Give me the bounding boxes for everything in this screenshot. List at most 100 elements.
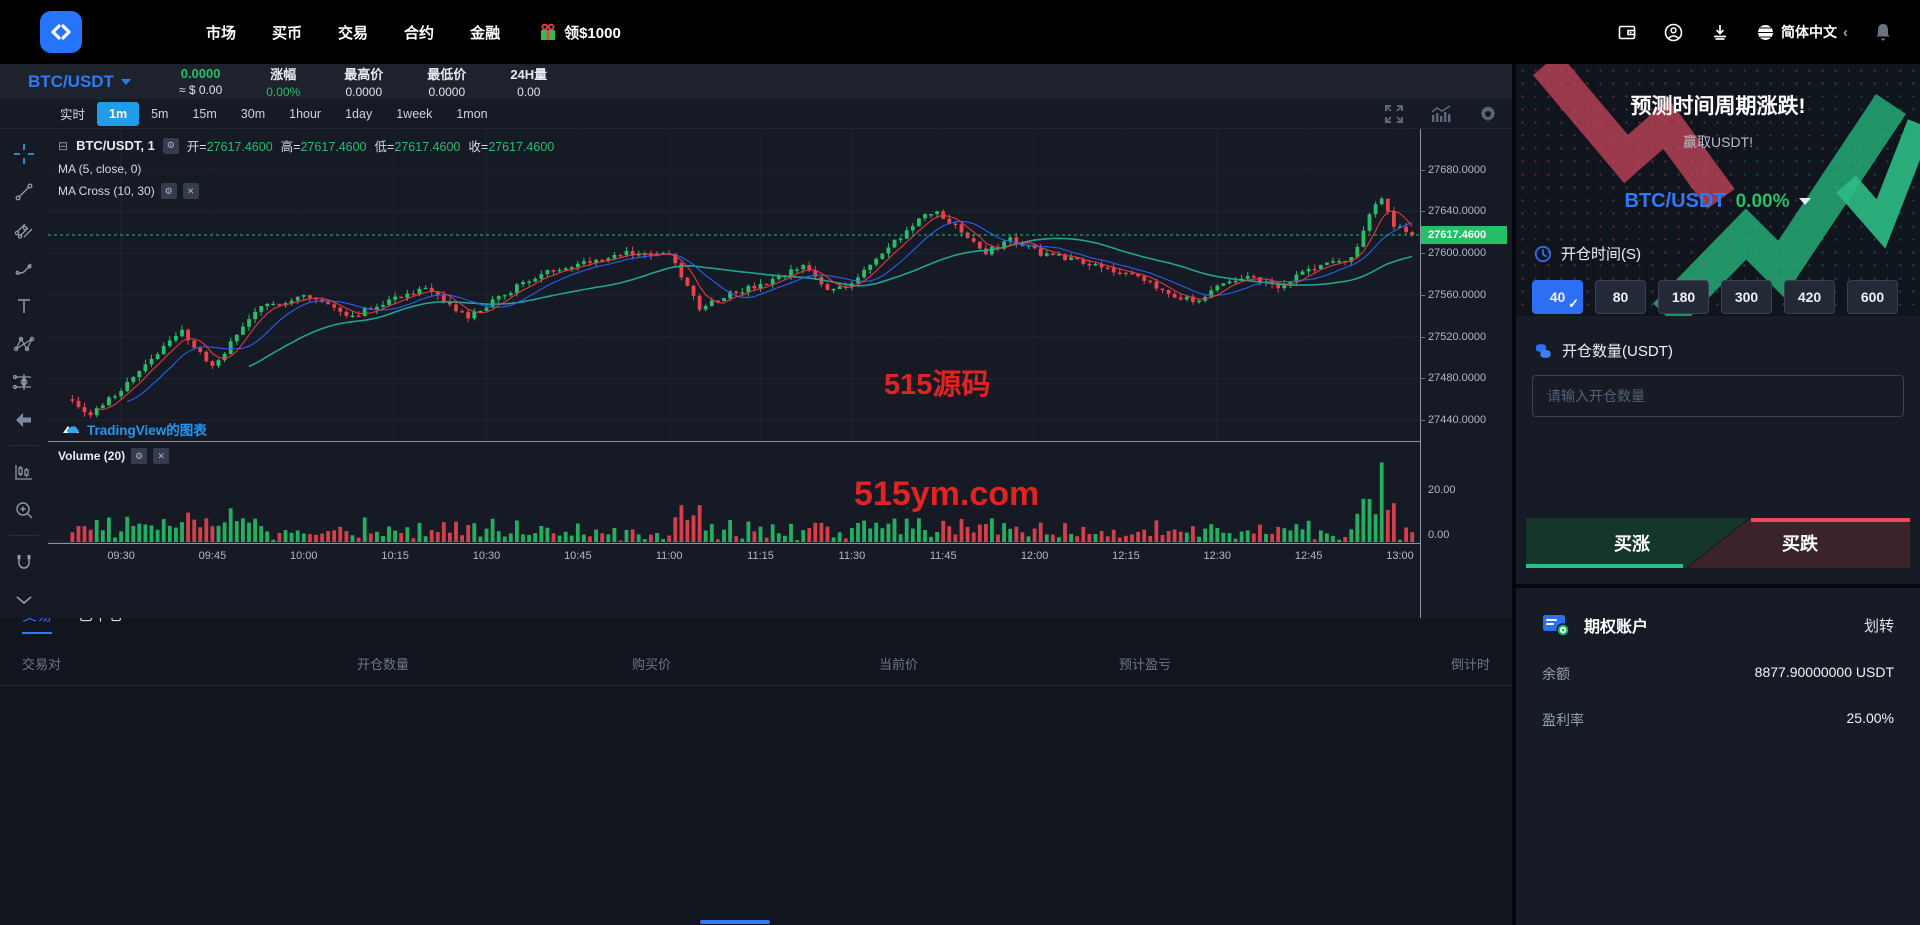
trade-panel: 预测时间周期涨跌! 赢取USDT! BTC/USDT 0.00% 开仓时间(S) [1516, 64, 1920, 584]
col-amount: 开仓数量 [357, 654, 632, 673]
time-axis-label: 12:00 [1021, 550, 1049, 562]
transfer-link[interactable]: 划转 [1864, 615, 1894, 636]
time-axis-label: 11:00 [656, 550, 683, 562]
main-menu: 市场 买币 交易 合约 金融 [206, 22, 500, 43]
tf-30m[interactable]: 30m [229, 102, 277, 126]
pitchfork-tool-icon[interactable] [9, 215, 39, 244]
legend-symbol: BTC/USDT, 1 [76, 138, 155, 153]
price-axis-label: 27520.0000 [1428, 331, 1486, 343]
last-price-badge: 27617.4600 [1421, 226, 1507, 244]
app-logo[interactable] [40, 11, 82, 53]
tf-realtime[interactable]: 实时 [48, 99, 97, 128]
time-axis-label: 10:30 [473, 550, 501, 562]
clock-icon [1534, 245, 1552, 263]
time-option-40[interactable]: 40 ✓ [1532, 280, 1583, 314]
zoom-in-tool-icon[interactable] [9, 495, 39, 524]
balance-row: 余额 8877.90000000 USDT [1542, 664, 1894, 684]
fullscreen-icon[interactable] [1384, 104, 1404, 124]
page-scrollbar[interactable] [700, 920, 770, 924]
banner-subtitle: 赢取USDT! [1516, 132, 1920, 152]
collapse-toolbar-chevron-icon[interactable] [9, 585, 39, 614]
trade-pair: BTC/USDT [1625, 190, 1726, 213]
time-option-80[interactable]: 80 [1595, 280, 1646, 314]
chart-pane-area[interactable]: ⊟ BTC/USDT, 1 ⚙ 开=27617.4600 高=27617.460… [48, 129, 1420, 618]
price-axis[interactable]: 27440.000027480.000027520.000027560.0000… [1420, 129, 1512, 618]
text-tool-icon[interactable] [9, 291, 39, 320]
menu-item-contract[interactable]: 合约 [404, 22, 434, 43]
globe-icon [1756, 23, 1775, 42]
account-icon[interactable] [1663, 22, 1684, 43]
time-option-300[interactable]: 300 [1721, 280, 1772, 314]
time-axis-label: 09:45 [199, 550, 227, 562]
language-selector[interactable]: 简体中文 ‹ [1756, 22, 1848, 42]
tf-15m[interactable]: 15m [180, 102, 228, 126]
legend-open: 开=27617.4600 [187, 136, 273, 155]
menu-item-finance[interactable]: 金融 [470, 22, 500, 43]
time-axis-label: 10:45 [564, 550, 592, 562]
drawing-toolbar [0, 129, 48, 618]
tradingview-logo-icon [62, 422, 81, 436]
forecast-tool-icon[interactable] [9, 367, 39, 396]
tf-1mon[interactable]: 1mon [444, 102, 499, 126]
tf-1m[interactable]: 1m [97, 102, 139, 126]
last-price: 0.0000 [179, 66, 222, 81]
magnet-tool-icon[interactable] [9, 547, 39, 576]
tf-1day[interactable]: 1day [333, 102, 384, 126]
volume-axis-label: 0.00 [1428, 529, 1449, 541]
pair-selector[interactable]: BTC/USDT [28, 72, 131, 92]
tf-1hour[interactable]: 1hour [277, 102, 333, 126]
amount-input[interactable] [1532, 375, 1904, 417]
menu-item-buy[interactable]: 买币 [272, 22, 302, 43]
notifications-bell-icon[interactable] [1874, 22, 1892, 42]
legend-settings-gear-icon[interactable]: ⚙ [163, 138, 179, 154]
brush-tool-icon[interactable] [9, 253, 39, 282]
trade-panel-inner: 预测时间周期涨跌! 赢取USDT! BTC/USDT 0.00% 开仓时间(S) [1516, 64, 1920, 584]
amount-label: 开仓数量(USDT) [1562, 340, 1673, 361]
crosshair-tool-icon[interactable] [9, 139, 39, 168]
positions-panel: 交易 已平仓 交易对 开仓数量 购买价 当前价 预计盈亏 倒计时 [0, 588, 1512, 925]
content: BTC/USDT 0.0000 ≈ $ 0.00 涨幅 0.00% 最高价 0.… [0, 64, 1920, 925]
back-arrow-icon[interactable] [9, 405, 39, 434]
bar-pattern-tool-icon[interactable] [9, 457, 39, 486]
pair-dropdown-icon [121, 79, 131, 85]
trend-line-tool-icon[interactable] [9, 177, 39, 206]
promo-bonus-button[interactable]: 领$1000 [538, 22, 621, 43]
account-title: 期权账户 [1584, 613, 1648, 637]
tradingview-attribution[interactable]: TradingView的图表 [62, 419, 207, 439]
time-option-420[interactable]: 420 [1784, 280, 1835, 314]
logo-chevrons-icon [49, 20, 73, 44]
time-option-600[interactable]: 600 [1847, 280, 1898, 314]
legend-minimize-icon[interactable]: ⊟ [58, 139, 68, 153]
menu-item-trade[interactable]: 交易 [338, 22, 368, 43]
time-option-180[interactable]: 180 [1658, 280, 1709, 314]
volume-chart[interactable] [48, 441, 1420, 543]
col-pair: 交易对 [22, 654, 357, 673]
price-axis-label: 27560.0000 [1428, 289, 1486, 301]
trade-change: 0.00% [1736, 191, 1790, 213]
time-axis[interactable]: 09:3009:4510:0010:1510:3010:4511:0011:15… [48, 543, 1420, 568]
tf-1week[interactable]: 1week [384, 102, 444, 126]
promo-label: 领$1000 [564, 22, 621, 43]
watermark-text: 515源码 [884, 361, 990, 403]
tf-5m[interactable]: 5m [139, 102, 180, 126]
trading-app: 市场 买币 交易 合约 金融 领$1000 [0, 0, 1920, 925]
volume-remove-icon[interactable]: ✕ [153, 448, 169, 464]
wallet-icon[interactable] [1617, 22, 1637, 42]
trade-pair-selector[interactable]: BTC/USDT 0.00% [1516, 190, 1920, 213]
indicators-icon[interactable] [1430, 104, 1452, 124]
legend-low: 低=27617.4600 [375, 136, 461, 155]
xabcd-pattern-tool-icon[interactable] [9, 329, 39, 358]
stat-high: 最高价 0.0000 [344, 64, 383, 99]
chart-card: BTC/USDT 0.0000 ≈ $ 0.00 涨幅 0.00% 最高价 0.… [0, 64, 1512, 584]
chart-actions [1384, 104, 1498, 124]
download-app-icon[interactable] [1710, 22, 1730, 42]
chart-settings-gear-icon[interactable] [1478, 104, 1498, 124]
volume-settings-gear-icon[interactable]: ⚙ [131, 448, 147, 464]
stat-change: 涨幅 0.00% [266, 64, 300, 99]
indicator-remove-icon[interactable]: ✕ [183, 183, 199, 199]
watermark-url: 515ym.com [854, 475, 1039, 514]
menu-item-market[interactable]: 市场 [206, 22, 236, 43]
gift-icon [538, 22, 558, 42]
legend-close: 收=27617.4600 [468, 136, 554, 155]
indicator-settings-gear-icon[interactable]: ⚙ [161, 183, 177, 199]
